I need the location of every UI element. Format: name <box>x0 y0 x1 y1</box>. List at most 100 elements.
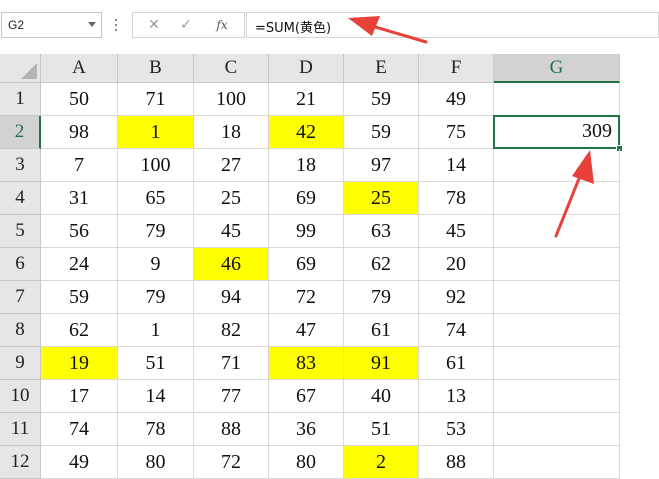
cell-d1[interactable]: 21 <box>269 83 344 116</box>
cell-a11[interactable]: 74 <box>41 413 118 446</box>
cell-d2[interactable]: 42 <box>269 116 344 149</box>
cell-g11[interactable] <box>494 413 620 446</box>
cell-e9[interactable]: 91 <box>344 347 419 380</box>
more-options-icon[interactable] <box>114 16 118 34</box>
cell-f2[interactable]: 75 <box>419 116 494 149</box>
row-header-3[interactable]: 3 <box>0 149 41 182</box>
cell-c11[interactable]: 88 <box>194 413 269 446</box>
column-header-c[interactable]: C <box>194 54 269 83</box>
cell-c12[interactable]: 72 <box>194 446 269 479</box>
cell-g6[interactable] <box>494 248 620 281</box>
cell-a7[interactable]: 59 <box>41 281 118 314</box>
cell-e1[interactable]: 59 <box>344 83 419 116</box>
cell-d8[interactable]: 47 <box>269 314 344 347</box>
cell-d3[interactable]: 18 <box>269 149 344 182</box>
cell-c5[interactable]: 45 <box>194 215 269 248</box>
cell-c1[interactable]: 100 <box>194 83 269 116</box>
cell-f5[interactable]: 45 <box>419 215 494 248</box>
enter-icon[interactable]: ✓ <box>171 13 201 37</box>
cell-c7[interactable]: 94 <box>194 281 269 314</box>
cell-f9[interactable]: 61 <box>419 347 494 380</box>
column-header-e[interactable]: E <box>344 54 419 83</box>
cell-d9[interactable]: 83 <box>269 347 344 380</box>
cell-g7[interactable] <box>494 281 620 314</box>
name-box[interactable]: G2 <box>1 12 102 38</box>
cell-e11[interactable]: 51 <box>344 413 419 446</box>
cell-g12[interactable] <box>494 446 620 479</box>
cancel-icon[interactable]: ✕ <box>139 13 169 37</box>
row-header-12[interactable]: 12 <box>0 446 41 479</box>
cell-g1[interactable] <box>494 83 620 116</box>
chevron-down-icon[interactable] <box>88 22 96 27</box>
cell-b8[interactable]: 1 <box>118 314 194 347</box>
cell-g2[interactable]: 309 <box>493 115 620 149</box>
row-header-6[interactable]: 6 <box>0 248 41 281</box>
cell-b2[interactable]: 1 <box>118 116 194 149</box>
cell-e12[interactable]: 2 <box>344 446 419 479</box>
cell-a12[interactable]: 49 <box>41 446 118 479</box>
insert-function-icon[interactable]: fx <box>207 13 237 37</box>
cell-d11[interactable]: 36 <box>269 413 344 446</box>
select-all-button[interactable] <box>0 54 41 83</box>
cell-g4[interactable] <box>494 182 620 215</box>
cell-e5[interactable]: 63 <box>344 215 419 248</box>
cell-e6[interactable]: 62 <box>344 248 419 281</box>
cell-f6[interactable]: 20 <box>419 248 494 281</box>
cell-a1[interactable]: 50 <box>41 83 118 116</box>
cell-b1[interactable]: 71 <box>118 83 194 116</box>
cell-c10[interactable]: 77 <box>194 380 269 413</box>
cell-b10[interactable]: 14 <box>118 380 194 413</box>
cell-a2[interactable]: 98 <box>41 116 118 149</box>
cell-e3[interactable]: 97 <box>344 149 419 182</box>
cell-a6[interactable]: 24 <box>41 248 118 281</box>
cell-d10[interactable]: 67 <box>269 380 344 413</box>
cell-a5[interactable]: 56 <box>41 215 118 248</box>
column-header-d[interactable]: D <box>269 54 344 83</box>
cell-e10[interactable]: 40 <box>344 380 419 413</box>
cell-e8[interactable]: 61 <box>344 314 419 347</box>
cell-c8[interactable]: 82 <box>194 314 269 347</box>
cell-g9[interactable] <box>494 347 620 380</box>
cell-f10[interactable]: 13 <box>419 380 494 413</box>
cell-d12[interactable]: 80 <box>269 446 344 479</box>
cell-d4[interactable]: 69 <box>269 182 344 215</box>
row-header-9[interactable]: 9 <box>0 347 41 380</box>
cell-a9[interactable]: 19 <box>41 347 118 380</box>
row-header-8[interactable]: 8 <box>0 314 41 347</box>
cell-f4[interactable]: 78 <box>419 182 494 215</box>
row-header-11[interactable]: 11 <box>0 413 41 446</box>
cell-b11[interactable]: 78 <box>118 413 194 446</box>
cell-d7[interactable]: 72 <box>269 281 344 314</box>
column-header-a[interactable]: A <box>41 54 118 83</box>
cell-b7[interactable]: 79 <box>118 281 194 314</box>
cell-f3[interactable]: 14 <box>419 149 494 182</box>
cell-b4[interactable]: 65 <box>118 182 194 215</box>
cell-c2[interactable]: 18 <box>194 116 269 149</box>
cell-a3[interactable]: 7 <box>41 149 118 182</box>
cell-c3[interactable]: 27 <box>194 149 269 182</box>
cell-c6[interactable]: 46 <box>194 248 269 281</box>
row-header-4[interactable]: 4 <box>0 182 41 215</box>
formula-input[interactable]: =SUM(黄色) <box>246 12 659 38</box>
cell-d5[interactable]: 99 <box>269 215 344 248</box>
cell-e4[interactable]: 25 <box>344 182 419 215</box>
cell-c4[interactable]: 25 <box>194 182 269 215</box>
column-header-b[interactable]: B <box>118 54 194 83</box>
cell-e2[interactable]: 59 <box>344 116 419 149</box>
cell-b12[interactable]: 80 <box>118 446 194 479</box>
cell-f8[interactable]: 74 <box>419 314 494 347</box>
cell-g3[interactable] <box>494 149 620 182</box>
row-header-7[interactable]: 7 <box>0 281 41 314</box>
column-header-f[interactable]: F <box>419 54 494 83</box>
cell-f1[interactable]: 49 <box>419 83 494 116</box>
cell-g10[interactable] <box>494 380 620 413</box>
cell-a4[interactable]: 31 <box>41 182 118 215</box>
cell-g8[interactable] <box>494 314 620 347</box>
cell-f11[interactable]: 53 <box>419 413 494 446</box>
row-header-2[interactable]: 2 <box>0 116 41 149</box>
cell-b9[interactable]: 51 <box>118 347 194 380</box>
row-header-5[interactable]: 5 <box>0 215 41 248</box>
cell-d6[interactable]: 69 <box>269 248 344 281</box>
row-header-10[interactable]: 10 <box>0 380 41 413</box>
cell-a10[interactable]: 17 <box>41 380 118 413</box>
